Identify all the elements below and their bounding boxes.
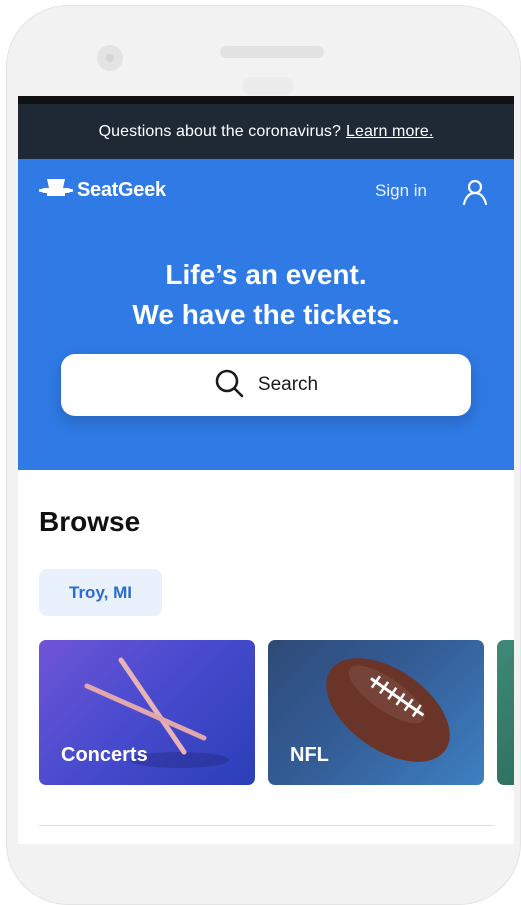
app-screen: Questions about the coronavirus? Learn m…	[18, 96, 514, 844]
camera-dot	[97, 45, 123, 71]
section-divider	[39, 825, 494, 826]
location-chip[interactable]: Troy, MI	[39, 569, 162, 616]
seat-logo-icon	[39, 177, 73, 204]
headline-line-1: Life’s an event.	[165, 259, 367, 290]
search-icon	[214, 368, 244, 403]
brand-logo[interactable]: SeatGeek	[39, 177, 166, 204]
sensor-slot	[242, 77, 294, 95]
search-button[interactable]: Search	[61, 354, 471, 416]
hero-section: SeatGeek Sign in Life’s an event. We hav…	[18, 159, 514, 470]
search-label: Search	[257, 374, 319, 395]
coronavirus-banner: Questions about the coronavirus? Learn m…	[18, 104, 514, 159]
sign-in-link[interactable]: Sign in	[375, 181, 427, 201]
browse-heading: Browse	[39, 506, 141, 537]
card-label-concerts: Concerts	[61, 744, 148, 766]
brand-name: SeatGeek	[77, 179, 166, 201]
speaker-slot	[220, 46, 324, 58]
top-nav: SeatGeek Sign in	[18, 159, 514, 223]
headline-line-2: We have the tickets.	[132, 299, 400, 330]
category-card-nfl[interactable]: NFL	[268, 640, 484, 785]
hero-headline: Life’s an event. We have the tickets.	[18, 255, 514, 335]
category-card-partial[interactable]	[497, 640, 514, 785]
user-icon[interactable]	[462, 179, 488, 210]
category-card-concerts[interactable]: Concerts	[39, 640, 255, 785]
card-label-nfl: NFL	[290, 744, 329, 766]
status-bar	[18, 96, 514, 104]
banner-text: Questions about the coronavirus?	[98, 122, 342, 140]
learn-more-link[interactable]: Learn more.	[346, 123, 433, 141]
